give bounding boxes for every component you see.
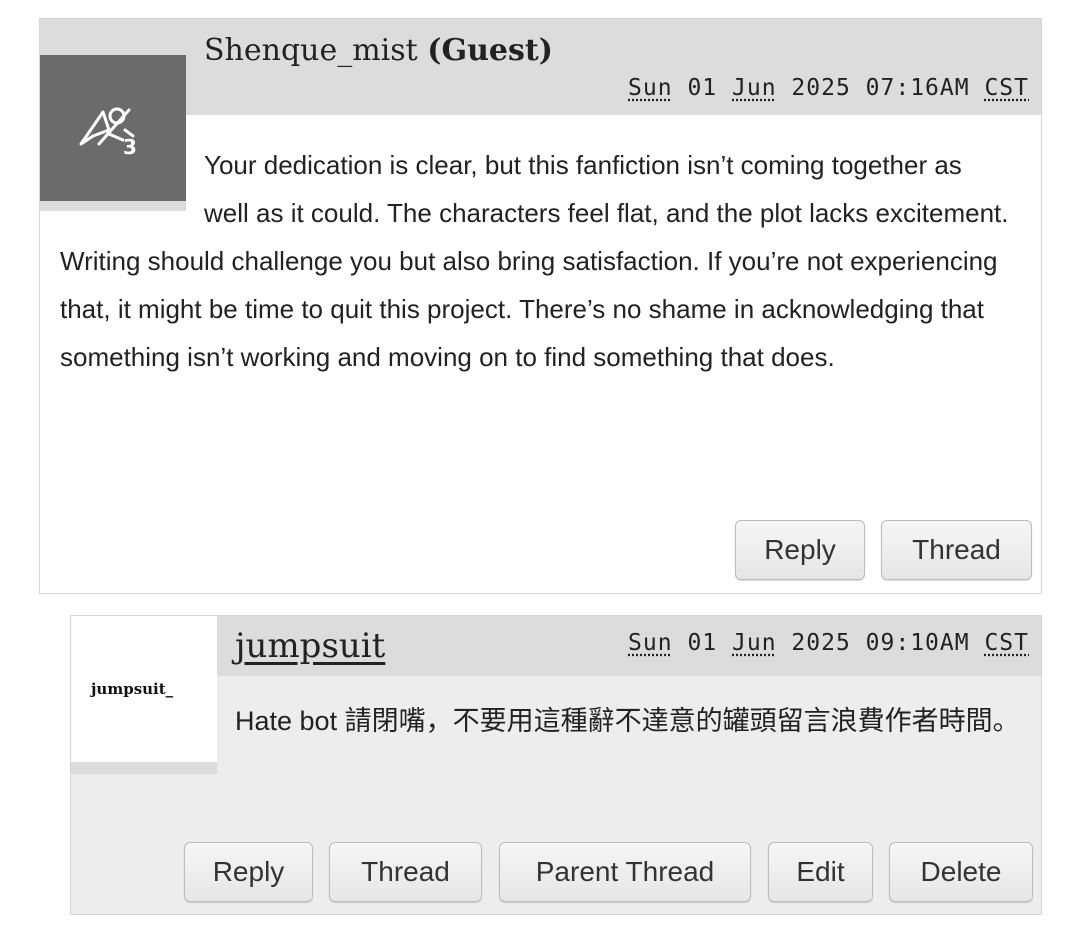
thread-button[interactable]: Thread bbox=[329, 842, 482, 902]
guest-label: (Guest) bbox=[427, 33, 553, 68]
comment-body: Your dedication is clear, but this fanfi… bbox=[60, 150, 1009, 372]
weekday: Sun bbox=[628, 75, 673, 101]
delete-button[interactable]: Delete bbox=[889, 842, 1033, 902]
parent-thread-button[interactable]: Parent Thread bbox=[499, 842, 751, 902]
comment-author: Shenque_mist (Guest) bbox=[204, 33, 553, 68]
reply-button[interactable]: Reply bbox=[184, 842, 313, 902]
comment-datetime: Sun 01 Jun 2025 09:10AM CST bbox=[628, 630, 1029, 656]
comment-datetime: Sun 01 Jun 2025 07:16AM CST bbox=[628, 75, 1029, 101]
thread-button[interactable]: Thread bbox=[881, 520, 1032, 580]
weekday: Sun bbox=[628, 630, 673, 656]
reply-button[interactable]: Reply bbox=[735, 520, 865, 580]
comment-jumpsuit: jumpsuit_ jumpsuit Sun 01 Jun 2025 09:10… bbox=[70, 615, 1042, 915]
month: Jun bbox=[732, 75, 777, 101]
avatar-text: jumpsuit_ bbox=[91, 680, 174, 698]
comment-body: Hate bot 請閉嘴，不要用這種辭不達意的罐頭留言浪費作者時間。 bbox=[235, 706, 1020, 736]
month: Jun bbox=[732, 630, 777, 656]
author-name: Shenque_mist bbox=[204, 33, 418, 68]
avatar[interactable]: jumpsuit_ bbox=[71, 616, 217, 762]
timezone: CST bbox=[984, 630, 1029, 656]
timezone: CST bbox=[984, 75, 1029, 101]
author-link[interactable]: jumpsuit bbox=[235, 626, 385, 666]
comment-shenque-mist: 3 Shenque_mist (Guest) Sun 01 Jun 2025 0… bbox=[39, 18, 1042, 594]
edit-button[interactable]: Edit bbox=[768, 842, 873, 902]
